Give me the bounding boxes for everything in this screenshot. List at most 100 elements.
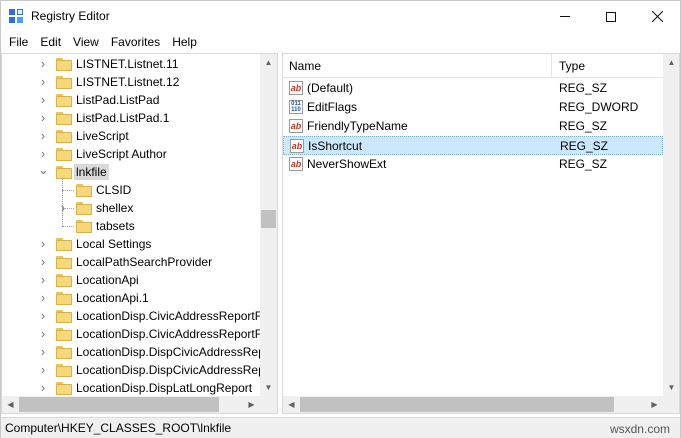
menu-view[interactable]: View — [67, 32, 105, 52]
list-vertical-scrollbar[interactable]: ▲ ▼ — [663, 54, 679, 396]
collapsed-chevron-icon[interactable]: › — [38, 255, 48, 268]
tree-node-label: LISTNET.Listnet.11 — [76, 57, 179, 71]
registry-values-list[interactable]: Name Type ab (Default) REG_SZ 011 110 EditFl… — [282, 53, 680, 414]
scroll-up-arrow-icon[interactable]: ▲ — [260, 54, 277, 71]
tree-node[interactable]: › ListPad.ListPad — [2, 91, 260, 109]
list-horizontal-scroll-thumb[interactable] — [300, 397, 614, 412]
tree-node[interactable]: › LocationDisp.DispCivicAddressRep — [2, 361, 265, 379]
tree-node[interactable]: › LocationDisp.CivicAddressReportFa — [2, 307, 269, 325]
folder-icon — [56, 382, 72, 395]
collapsed-chevron-icon[interactable]: › — [38, 129, 48, 142]
tree-node[interactable]: › LocationDisp.CivicAddressReportFa — [2, 325, 269, 343]
folder-icon — [76, 220, 92, 233]
folder-icon — [56, 58, 72, 71]
tree-horizontal-scrollbar[interactable]: ◀ ▶ — [2, 396, 260, 413]
folder-icon — [56, 94, 72, 107]
tree-node-label: LocalPathSearchProvider — [76, 255, 213, 269]
column-header-type[interactable]: Type — [553, 54, 663, 78]
list-header: Name Type — [283, 54, 663, 78]
tree-node[interactable]: › LocalPathSearchProvider — [2, 253, 260, 271]
tree-node-label: lnkfile — [74, 164, 109, 180]
collapsed-chevron-icon[interactable]: › — [38, 93, 48, 106]
menu-file[interactable]: File — [3, 32, 34, 52]
scroll-down-arrow-icon[interactable]: ▼ — [663, 379, 679, 396]
collapsed-chevron-icon[interactable]: › — [38, 327, 48, 340]
tree-node[interactable]: › LISTNET.Listnet.11 — [2, 55, 260, 73]
collapsed-chevron-icon[interactable]: › — [38, 345, 48, 358]
tree-node[interactable]: › LocationApi.1 — [2, 289, 260, 307]
registry-value-row[interactable]: ab NeverShowExt REG_SZ — [283, 155, 663, 174]
list-horizontal-scrollbar[interactable]: ◀ ▶ — [283, 396, 663, 413]
title-bar[interactable]: Registry Editor — [1, 1, 680, 32]
menu-favorites[interactable]: Favorites — [105, 32, 166, 52]
value-name: (Default) — [307, 81, 354, 95]
scroll-right-arrow-icon[interactable]: ▶ — [243, 396, 260, 413]
tree-node[interactable]: › LocationDisp.DispCivicAddressRep — [2, 343, 265, 361]
folder-icon — [56, 76, 72, 89]
scroll-left-arrow-icon[interactable]: ◀ — [2, 396, 19, 413]
scrollbar-corner — [260, 396, 277, 413]
tree-node[interactable]: › ListPad.ListPad.1 — [2, 109, 260, 127]
registry-value-row[interactable]: ab FriendlyTypeName REG_SZ — [283, 117, 663, 136]
scroll-right-arrow-icon[interactable]: ▶ — [646, 396, 663, 413]
column-header-name[interactable]: Name — [283, 54, 552, 78]
folder-icon — [76, 184, 92, 197]
tree-vertical-scrollbar[interactable]: ▲ ▼ — [260, 54, 277, 396]
tree-node[interactable]: › LocationApi — [2, 271, 260, 289]
folder-icon — [56, 274, 72, 287]
tree-node[interactable]: › LISTNET.Listnet.12 — [2, 73, 260, 91]
collapsed-chevron-icon[interactable]: › — [58, 201, 68, 214]
collapsed-chevron-icon[interactable]: › — [38, 57, 48, 70]
folder-icon — [56, 130, 72, 143]
tree-node[interactable]: ⌄ lnkfile — [2, 163, 260, 181]
value-type: REG_SZ — [560, 139, 609, 153]
collapsed-chevron-icon[interactable]: › — [38, 75, 48, 88]
maximize-button[interactable] — [588, 1, 634, 32]
tree-node-label: LocationDisp.DispLatLongReport — [76, 381, 253, 395]
tree-node[interactable]: › LiveScript Author — [2, 145, 260, 163]
collapsed-chevron-icon[interactable]: › — [38, 111, 48, 124]
tree-node-label: LocationDisp.CivicAddressReportFa — [76, 309, 269, 323]
tree-node[interactable]: CLSID — [2, 181, 260, 199]
folder-icon — [56, 256, 72, 269]
menu-edit[interactable]: Edit — [34, 32, 67, 52]
menu-help[interactable]: Help — [166, 32, 203, 52]
tree-horizontal-scroll-thumb[interactable] — [19, 397, 219, 412]
tree-node[interactable]: › LiveScript — [2, 127, 260, 145]
registry-value-row[interactable]: 011 110 EditFlags REG_DWORD — [283, 98, 663, 117]
scroll-down-arrow-icon[interactable]: ▼ — [260, 379, 277, 396]
value-type: REG_DWORD — [559, 100, 639, 114]
tree-connector — [62, 190, 74, 191]
value-type: REG_SZ — [559, 81, 608, 95]
collapsed-chevron-icon[interactable]: › — [38, 273, 48, 286]
registry-key-tree[interactable]: › LISTNET.Listnet.11 › LISTNET.Listnet.12 › L… — [1, 53, 278, 414]
collapsed-chevron-icon[interactable]: › — [38, 291, 48, 304]
tree-node[interactable]: › LocationDisp.DispLatLongReport — [2, 379, 260, 397]
scroll-up-arrow-icon[interactable]: ▲ — [663, 54, 679, 71]
tree-node-label: CLSID — [96, 183, 132, 197]
tree-node[interactable]: › shellex — [2, 199, 260, 217]
maximize-icon — [606, 11, 616, 22]
collapsed-chevron-icon[interactable]: › — [38, 363, 48, 376]
tree-node[interactable]: › Local Settings — [2, 235, 260, 253]
scroll-left-arrow-icon[interactable]: ◀ — [283, 396, 300, 413]
folder-icon — [56, 292, 72, 305]
registry-value-row[interactable]: ab IsShortcut REG_SZ — [283, 136, 663, 155]
minimize-button[interactable] — [542, 1, 588, 32]
collapsed-chevron-icon[interactable]: › — [38, 147, 48, 160]
registry-value-row[interactable]: ab (Default) REG_SZ — [283, 79, 663, 98]
tree-node-label: LISTNET.Listnet.12 — [76, 75, 180, 89]
tree-vertical-scroll-thumb[interactable] — [261, 210, 276, 228]
collapsed-chevron-icon[interactable]: › — [38, 309, 48, 322]
collapsed-chevron-icon[interactable]: › — [38, 381, 48, 394]
expanded-chevron-icon[interactable]: ⌄ — [38, 163, 49, 177]
close-button[interactable] — [634, 1, 680, 32]
value-type: REG_SZ — [559, 157, 608, 171]
string-value-icon: ab — [289, 81, 303, 95]
folder-icon — [56, 346, 72, 359]
value-name: IsShortcut — [308, 139, 363, 153]
tree-node[interactable]: tabsets — [2, 217, 260, 235]
folder-icon — [56, 328, 72, 341]
collapsed-chevron-icon[interactable]: › — [38, 237, 48, 250]
value-name: NeverShowExt — [307, 157, 387, 171]
